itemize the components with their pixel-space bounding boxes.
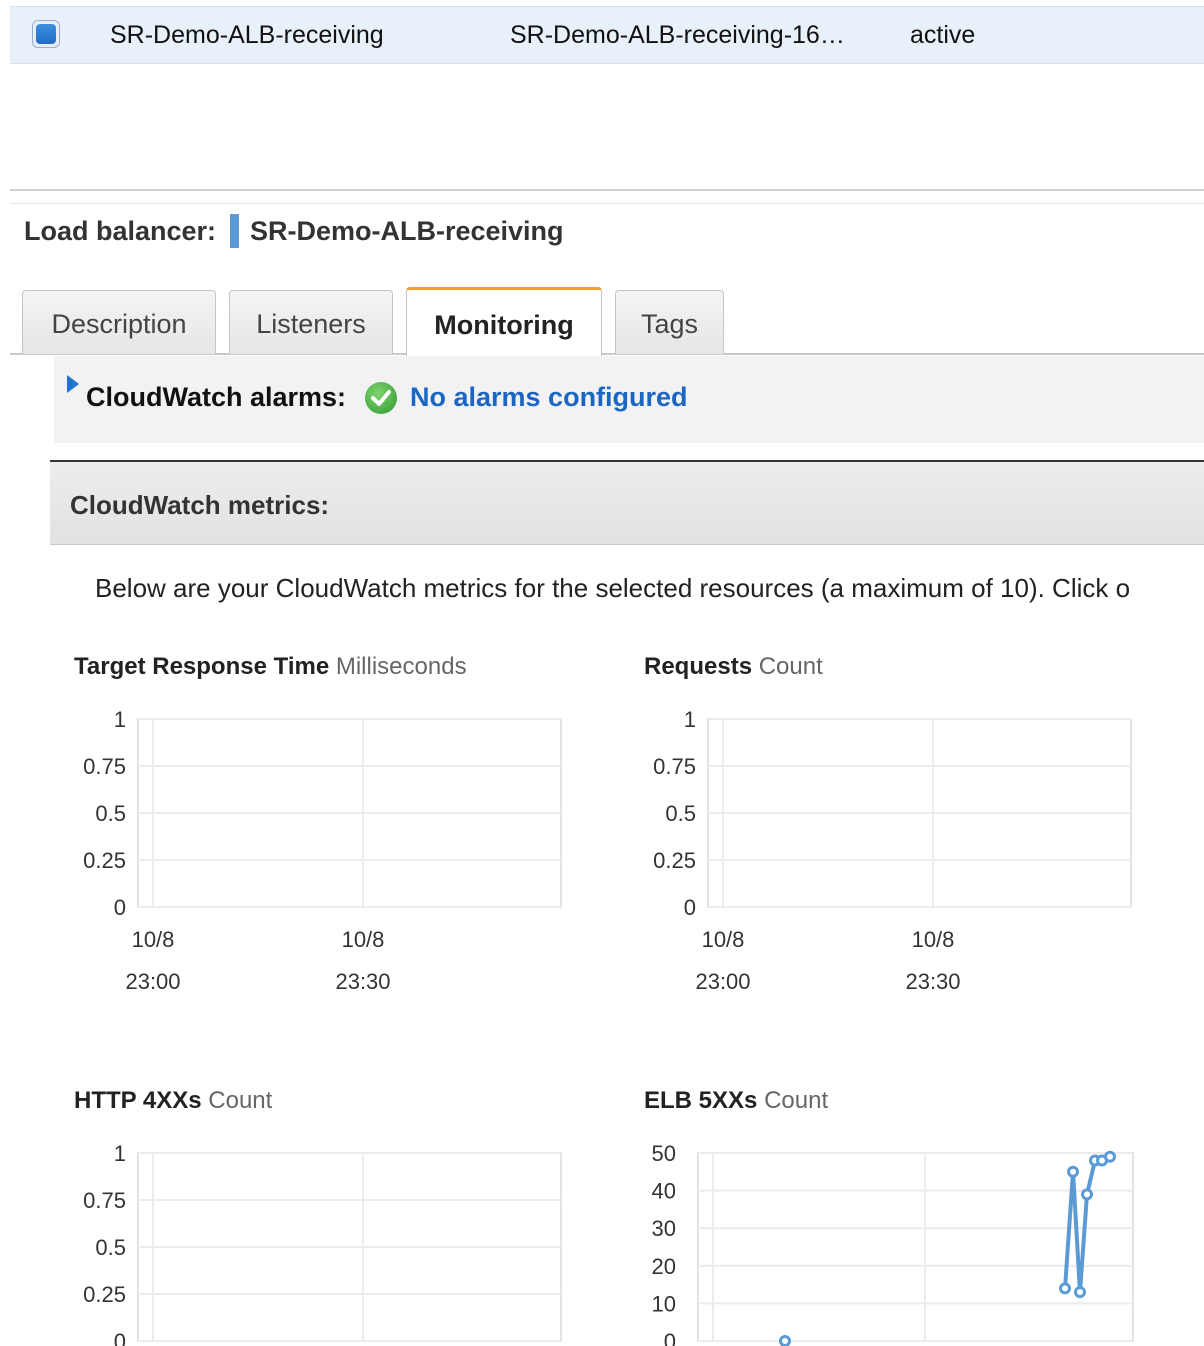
y-tick-label: 0.75 [653,754,696,779]
y-tick-label: 1 [114,1141,126,1166]
y-tick-label: 0.5 [95,801,126,826]
x-tick-label: 10/8 [342,927,385,952]
y-tick-label: 0 [114,1329,126,1346]
data-point [779,1335,791,1346]
y-tick-label: 1 [114,707,126,732]
y-tick-label: 20 [652,1254,676,1279]
y-tick-label: 0.25 [83,848,126,873]
y-tick-label: 0.25 [653,848,696,873]
y-tick-label: 10 [652,1291,676,1316]
y-tick-label: 0 [664,1329,676,1346]
y-tick-label: 0.5 [95,1235,126,1260]
data-point [1059,1282,1071,1295]
y-tick-label: 40 [652,1179,676,1204]
y-tick-label: 0 [114,895,126,920]
x-tick-label: 23:30 [905,969,960,994]
x-tick-label: 10/8 [702,927,745,952]
y-tick-label: 1 [684,707,696,732]
y-tick-label: 0.5 [665,801,696,826]
data-point [1074,1286,1086,1299]
x-tick-label: 10/8 [912,927,955,952]
y-tick-label: 0.75 [83,754,126,779]
y-tick-label: 0 [684,895,696,920]
data-point [1067,1165,1079,1178]
data-point [1104,1150,1116,1163]
y-tick-label: 0.75 [83,1188,126,1213]
y-tick-label: 50 [652,1141,676,1166]
x-tick-label: 10/8 [132,927,175,952]
y-tick-label: 30 [652,1216,676,1241]
data-point [1081,1188,1093,1201]
x-tick-label: 23:00 [695,969,750,994]
x-tick-label: 23:00 [125,969,180,994]
metrics-charts[interactable]: 10.750.50.25010/823:0010/823:3010.750.50… [0,0,1204,1346]
y-tick-label: 0.25 [83,1282,126,1307]
x-tick-label: 23:30 [335,969,390,994]
